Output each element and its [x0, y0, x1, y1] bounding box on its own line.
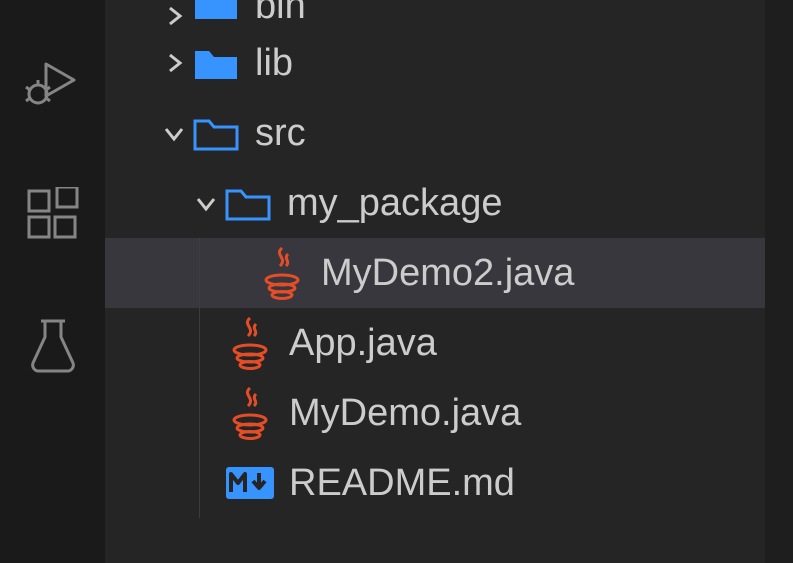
java-file-icon	[225, 388, 275, 438]
chevron-down-icon	[189, 191, 223, 215]
file-explorer: bin lib src my_package	[105, 0, 765, 563]
activity-bar	[0, 0, 105, 563]
tree-item-src[interactable]: src	[105, 98, 765, 168]
tree-item-label: README.md	[289, 462, 515, 505]
folder-icon	[191, 38, 241, 88]
extensions-icon[interactable]	[23, 185, 83, 245]
tree-item-label: App.java	[289, 322, 437, 365]
tree-item-mydemo2[interactable]: MyDemo2.java	[105, 238, 765, 308]
run-debug-icon[interactable]	[23, 55, 83, 115]
markdown-file-icon	[225, 458, 275, 508]
indent-guide	[199, 308, 200, 378]
tree-item-label: bin	[255, 0, 306, 28]
testing-icon[interactable]	[23, 315, 83, 375]
tree-item-bin[interactable]: bin	[105, 0, 765, 28]
indent-guide	[199, 238, 200, 308]
chevron-right-icon	[157, 4, 191, 28]
java-file-icon	[225, 318, 275, 368]
tree-item-lib[interactable]: lib	[105, 28, 765, 98]
folder-open-icon	[191, 108, 241, 158]
chevron-right-icon	[157, 51, 191, 75]
indent-guide	[199, 378, 200, 448]
tree-item-label: lib	[255, 42, 293, 85]
tree-item-label: my_package	[287, 182, 502, 225]
indent-guide	[199, 448, 200, 518]
editor-peek	[765, 0, 793, 563]
tree-item-readme[interactable]: README.md	[105, 448, 765, 518]
tree-item-label: MyDemo.java	[289, 392, 521, 435]
tree-item-label: MyDemo2.java	[321, 252, 574, 295]
tree-item-app[interactable]: App.java	[105, 308, 765, 378]
chevron-down-icon	[157, 121, 191, 145]
folder-open-icon	[223, 178, 273, 228]
tree-item-my-package[interactable]: my_package	[105, 168, 765, 238]
tree-item-label: src	[255, 112, 306, 155]
folder-icon	[191, 0, 241, 28]
tree-item-mydemo[interactable]: MyDemo.java	[105, 378, 765, 448]
java-file-icon	[257, 248, 307, 298]
